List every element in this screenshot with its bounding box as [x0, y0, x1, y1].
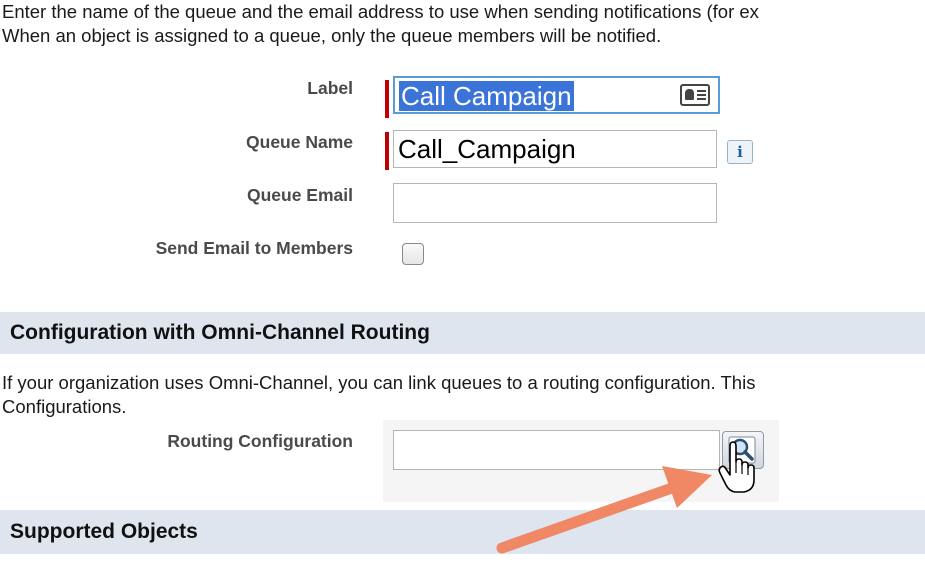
omni-channel-description-line-1: If your organization uses Omni-Channel, …: [2, 372, 756, 393]
label-input-value: Call Campaign: [399, 81, 574, 111]
omni-channel-section-header: Configuration with Omni-Channel Routing: [0, 312, 925, 354]
intro-text-line-2: When an object is assigned to a queue, o…: [2, 25, 662, 46]
required-indicator: [385, 80, 389, 118]
intro-text-line-1: Enter the name of the queue and the emai…: [2, 1, 759, 22]
label-field-label: Label: [307, 78, 353, 98]
queue-email-input[interactable]: [393, 183, 717, 223]
queue-name-input-value: Call_Campaign: [398, 134, 576, 164]
routing-configuration-field-label: Routing Configuration: [167, 431, 353, 451]
send-email-checkbox[interactable]: [402, 243, 424, 265]
queue-email-field-label: Queue Email: [246, 185, 353, 205]
required-indicator: [385, 132, 389, 170]
omni-channel-description-line-2: Configurations.: [2, 396, 127, 417]
hand-pointer-icon: [718, 441, 755, 493]
label-input[interactable]: Call Campaign: [393, 76, 720, 114]
contact-card-icon[interactable]: [680, 84, 710, 106]
queue-name-input[interactable]: Call_Campaign: [393, 130, 717, 168]
send-email-field-label: Send Email to Members: [155, 238, 353, 258]
queue-name-field-label: Queue Name: [246, 132, 353, 152]
routing-configuration-input[interactable]: [393, 430, 720, 470]
info-icon[interactable]: i: [727, 140, 753, 164]
supported-objects-section-header: Supported Objects: [0, 510, 925, 554]
